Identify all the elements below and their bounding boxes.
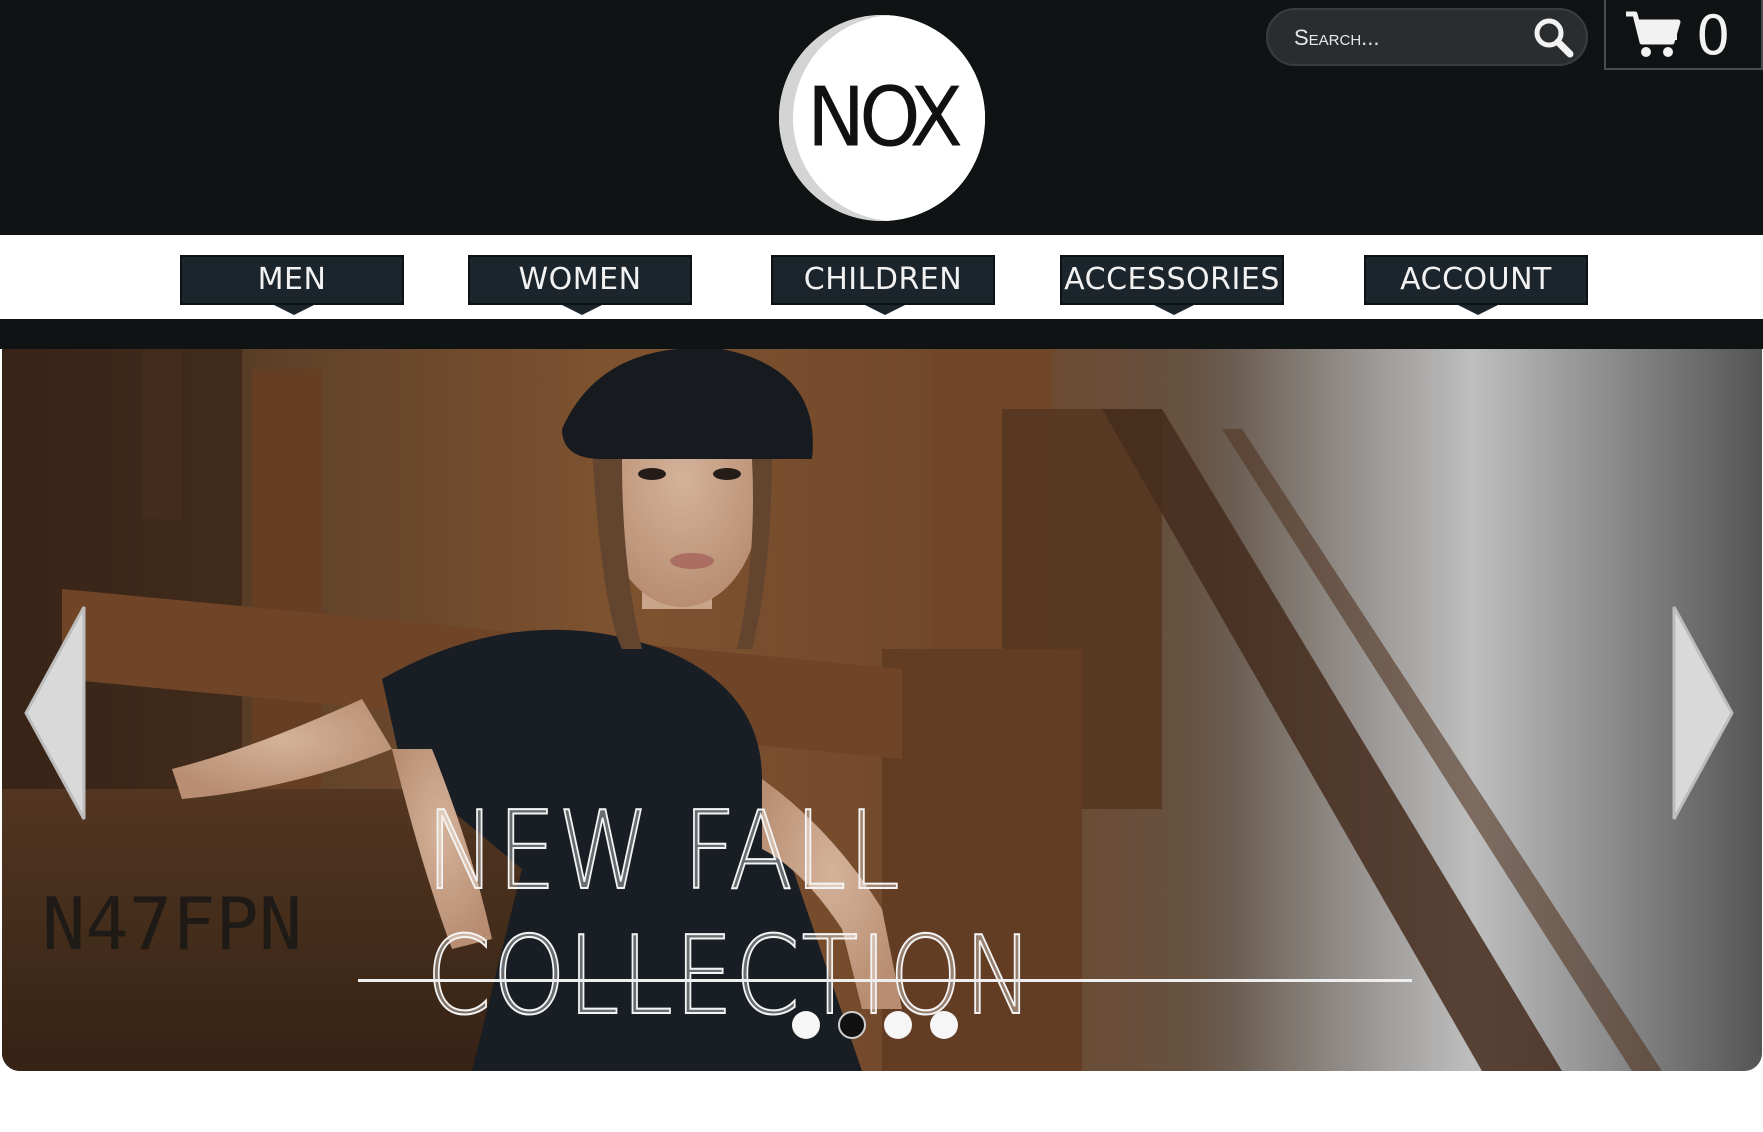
nav-bottom-strip <box>0 319 1763 349</box>
search-button[interactable] <box>1528 14 1578 60</box>
carousel-dot-2[interactable] <box>838 1011 866 1039</box>
cart-button[interactable]: 0 <box>1604 0 1763 70</box>
carousel-next-button[interactable] <box>1670 603 1736 823</box>
nav-item-label: CHILDREN <box>803 262 963 297</box>
carousel-dot-4[interactable] <box>930 1011 958 1039</box>
cart-icon <box>1626 11 1681 57</box>
hero-title-underline <box>358 979 1412 982</box>
search-bar <box>1266 8 1588 66</box>
nav-item-label: WOMEN <box>518 262 642 297</box>
nav-item-account[interactable]: ACCOUNT <box>1364 255 1588 315</box>
dropdown-arrow-icon <box>562 305 602 315</box>
carousel-prev-button[interactable] <box>22 603 88 823</box>
nav-item-men[interactable]: MEN <box>180 255 404 315</box>
logo-text: NOX <box>806 70 963 166</box>
nav-item-accessories[interactable]: ACCESSORIES <box>1060 255 1284 315</box>
nav-item-label: ACCOUNT <box>1400 262 1552 297</box>
hero-carousel: N47FPN NEW FALL COLLECTION <box>2 349 1762 1071</box>
dropdown-arrow-icon <box>1458 305 1498 315</box>
carousel-indicators <box>792 1011 982 1041</box>
dropdown-arrow-icon <box>865 305 905 315</box>
search-icon <box>1534 18 1574 58</box>
hero-title: NEW FALL COLLECTION <box>425 788 1338 1040</box>
site-header: NOX 0 <box>0 0 1763 235</box>
search-input[interactable] <box>1294 22 1524 54</box>
carousel-dot-1[interactable] <box>792 1011 820 1039</box>
carousel-dot-3[interactable] <box>884 1011 912 1039</box>
cart-count: 0 <box>1696 4 1731 67</box>
dropdown-arrow-icon <box>274 305 314 315</box>
nav-item-women[interactable]: WOMEN <box>468 255 692 315</box>
nav-item-label: MEN <box>257 262 327 297</box>
chevron-left-icon <box>24 606 86 820</box>
nox-logo[interactable]: NOX <box>779 15 985 221</box>
nav-item-label: ACCESSORIES <box>1064 262 1280 297</box>
nav-item-children[interactable]: CHILDREN <box>771 255 995 315</box>
main-nav: MEN WOMEN CHILDREN ACCESSORIES ACCOUNT <box>0 235 1763 319</box>
dropdown-arrow-icon <box>1154 305 1194 315</box>
chevron-right-icon <box>1672 606 1734 820</box>
